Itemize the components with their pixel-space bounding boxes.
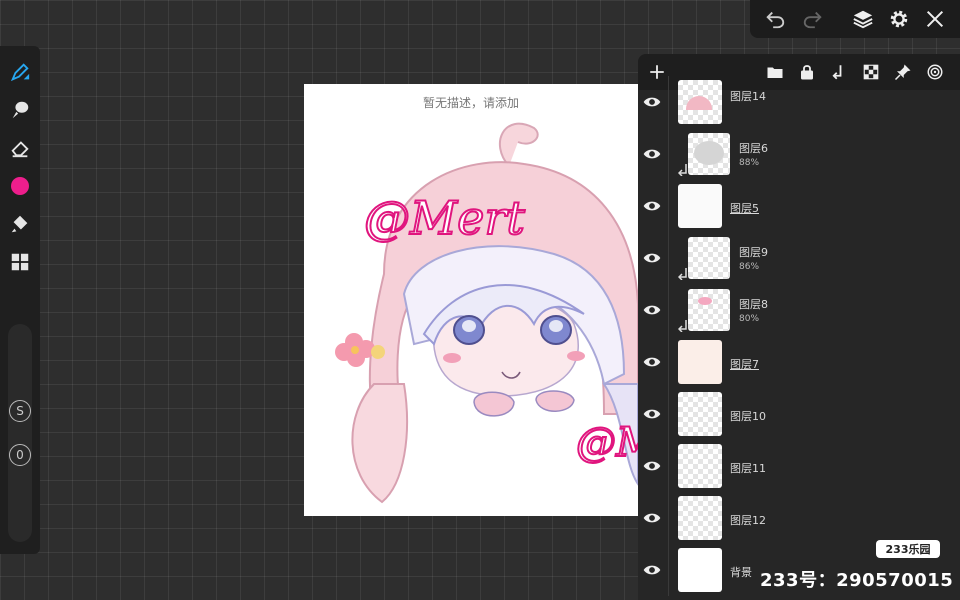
eye-icon[interactable] — [642, 92, 662, 112]
layer-name: 背景 — [730, 566, 752, 579]
brush-size-label: S — [9, 400, 31, 422]
undo-button[interactable] — [762, 6, 788, 32]
layers-button[interactable] — [850, 6, 876, 32]
layer-name: 图层9 — [739, 246, 768, 259]
layer-row[interactable]: 图层9 86% — [638, 232, 960, 284]
brush-size-slider[interactable] — [8, 324, 32, 542]
layer-name: 图层5 — [730, 202, 759, 215]
layer-name: 图层12 — [730, 514, 766, 527]
layer-thumbnail — [678, 184, 722, 228]
layer-thumbnail — [688, 289, 730, 331]
layers-icon — [853, 10, 873, 29]
layer-thumbnail — [678, 548, 722, 592]
clip-arrow-icon — [678, 268, 687, 280]
clip-arrow-icon — [678, 320, 687, 332]
layer-name: 图层11 — [730, 462, 766, 475]
watermark-id: 233号：290570015 — [760, 570, 954, 591]
close-button[interactable] — [922, 6, 948, 32]
eye-icon[interactable] — [642, 196, 662, 216]
clip-arrow-icon — [678, 164, 687, 176]
layer-name: 图层10 — [730, 410, 766, 423]
layer-name: 图层7 — [730, 358, 759, 371]
layer-thumbnail — [678, 80, 722, 124]
redo-button[interactable] — [800, 6, 826, 32]
top-bar — [750, 0, 960, 38]
layer-name: 图层14 — [730, 90, 766, 103]
layers-panel: 图层14 图层6 88% 图层5 图层9 86% 图层8 80% 图层7 图层1… — [638, 54, 960, 600]
brush-tool-button[interactable] — [6, 58, 34, 86]
eye-icon[interactable] — [642, 404, 662, 424]
fill-tool-button[interactable] — [6, 210, 34, 238]
layer-thumbnail — [678, 444, 722, 488]
undo-icon — [766, 11, 785, 29]
settings-icon — [890, 10, 908, 28]
settings-button[interactable] — [886, 6, 912, 32]
layer-thumbnail — [688, 133, 730, 175]
signature-text: @Mert — [364, 191, 525, 245]
eye-icon[interactable] — [642, 560, 662, 580]
layer-row[interactable]: 图层7 — [638, 336, 960, 388]
eraser-tool-button[interactable] — [6, 134, 34, 162]
more-tools-button[interactable] — [6, 248, 34, 276]
layer-thumbnail — [678, 392, 722, 436]
eye-icon[interactable] — [642, 300, 662, 320]
close-icon — [926, 10, 944, 28]
watermark-badge: 233乐园 — [876, 540, 940, 558]
layer-thumbnail — [678, 340, 722, 384]
eye-icon[interactable] — [642, 508, 662, 528]
layer-row[interactable]: 图层10 — [638, 388, 960, 440]
opacity-label: 0 — [9, 444, 31, 466]
layer-row[interactable]: 图层12 — [638, 492, 960, 544]
eraser-icon — [11, 141, 29, 158]
layer-row[interactable]: 图层11 — [638, 440, 960, 492]
artwork: @Mert @Mert — [335, 122, 638, 504]
brush-icon — [10, 63, 30, 82]
layer-opacity: 88% — [739, 158, 760, 168]
smudge-icon — [12, 101, 29, 119]
layer-opacity: 80% — [739, 314, 760, 324]
smudge-tool-button[interactable] — [6, 96, 34, 124]
redo-icon — [803, 11, 822, 29]
layer-thumbnail — [678, 496, 722, 540]
layer-name: 图层8 — [739, 298, 768, 311]
layer-name: 图层6 — [739, 142, 768, 155]
layer-row[interactable]: 图层8 80% — [638, 284, 960, 336]
eye-icon[interactable] — [642, 352, 662, 372]
layer-thumbnail — [688, 237, 730, 279]
eye-icon[interactable] — [642, 248, 662, 268]
signature-text-repeat: @Mert — [576, 420, 638, 466]
layer-row[interactable]: 图层5 — [638, 180, 960, 232]
eye-icon[interactable] — [642, 144, 662, 164]
fill-icon — [11, 215, 28, 233]
drawing-canvas[interactable]: 暂无描述，请添加 @Mert @ — [304, 84, 638, 516]
color-swatch-button[interactable] — [6, 172, 34, 200]
layers-grid-icon — [11, 253, 29, 271]
left-toolbar: S 0 — [0, 46, 40, 554]
color-swatch — [11, 177, 29, 195]
layer-row[interactable]: 图层14 — [638, 76, 960, 128]
eye-icon[interactable] — [642, 456, 662, 476]
layer-opacity: 86% — [739, 262, 760, 272]
layer-row[interactable]: 图层6 88% — [638, 128, 960, 180]
